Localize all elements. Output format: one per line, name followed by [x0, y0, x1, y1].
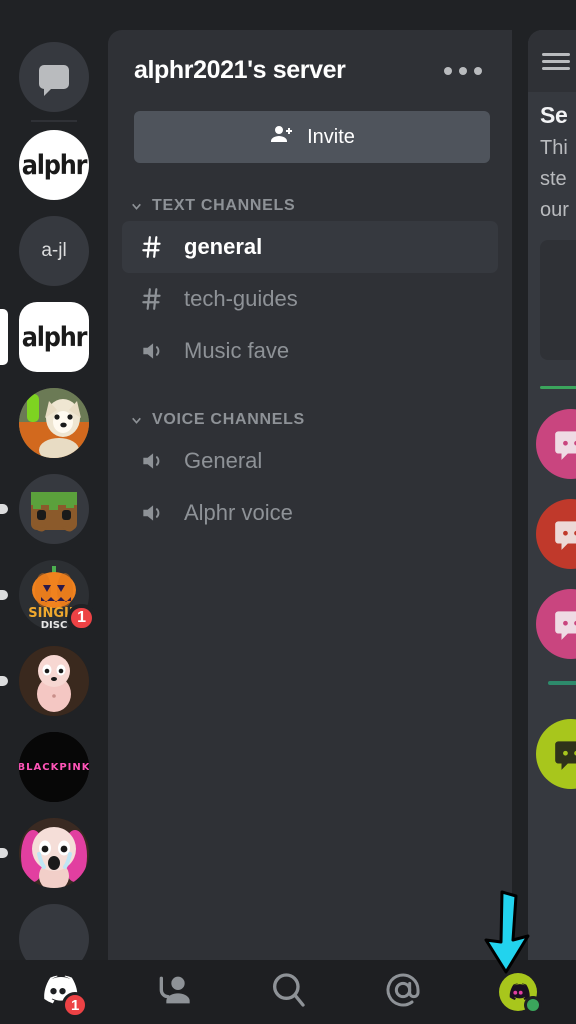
sidebar-item-server-alphr-circle[interactable]: alphr — [0, 122, 108, 208]
content-line-2: ste — [540, 168, 567, 190]
sidebar-item-server-isaac[interactable] — [0, 638, 108, 724]
channel-label: Alphr voice — [184, 500, 293, 525]
content-topbar — [528, 30, 576, 92]
server-wordmark: alphr — [21, 149, 88, 181]
chevron-down-icon — [132, 203, 141, 210]
nav-mentions[interactable] — [346, 960, 461, 1024]
content-line-1: Thi — [540, 137, 568, 159]
sidebar-item-music-fave[interactable]: Music fave — [122, 325, 498, 377]
content-line-3: our — [540, 199, 569, 221]
sidebar-item-server-dog[interactable] — [0, 380, 108, 466]
message-avatar — [536, 589, 576, 659]
sidebar-item-server-singin-disc[interactable]: SINGIN DISC 1 — [0, 552, 108, 638]
svg-text:DISC: DISC — [41, 620, 68, 630]
message-avatar — [536, 499, 576, 569]
channel-label: Music fave — [184, 338, 290, 363]
unread-indicator — [0, 848, 8, 858]
content-title: Se — [540, 102, 568, 128]
server-header: alphr2021's server — [108, 30, 512, 85]
person-add-icon — [269, 122, 293, 152]
server-wordmark: alphr — [21, 321, 88, 353]
sidebar-item-server-blackpink[interactable]: BLACKPINK — [0, 724, 108, 810]
search-icon — [268, 970, 308, 1015]
sidebar-item-direct-messages[interactable] — [0, 34, 108, 120]
server-name: alphr2021's server — [134, 56, 346, 84]
sidebar-item-server-minecraft[interactable] — [0, 466, 108, 552]
message-avatar — [536, 409, 576, 479]
server-icon — [19, 818, 89, 888]
content-divider-2 — [548, 681, 576, 685]
invite-button[interactable]: Invite — [134, 111, 490, 163]
speaker-icon — [138, 500, 166, 526]
content-panel-peek[interactable]: Se Thi ste our — [528, 30, 576, 960]
at-mention-icon — [383, 970, 423, 1015]
channel-label: general — [184, 234, 263, 259]
unread-indicator — [0, 676, 8, 686]
unread-indicator — [0, 590, 8, 600]
server-icon — [19, 474, 89, 544]
sidebar-item-alphr-voice[interactable]: Alphr voice — [122, 487, 498, 539]
server-icon: alphr — [19, 302, 89, 372]
sidebar-item-server-a-jl[interactable]: a-jl — [0, 208, 108, 294]
nav-friends[interactable] — [115, 960, 230, 1024]
sidebar-item-add-server[interactable] — [0, 896, 108, 960]
message-avatar — [536, 719, 576, 789]
unread-indicator — [0, 504, 8, 514]
server-rail[interactable]: alphr a-jl alphr SINGIN DISC 1 BLACKPINK — [0, 0, 108, 960]
sidebar-item-general[interactable]: general — [122, 221, 498, 273]
invite-button-label: Invite — [307, 125, 355, 148]
online-status-dot — [524, 996, 543, 1014]
server-icon — [19, 388, 89, 458]
server-icon: alphr — [19, 130, 89, 200]
overflow-menu-icon[interactable] — [438, 61, 488, 81]
sidebar-item-tech-guides[interactable]: tech-guides — [122, 273, 498, 325]
hash-icon — [138, 234, 166, 260]
category-voice-channels[interactable]: VOICE CHANNELS — [130, 411, 512, 429]
content-embed-card — [540, 240, 576, 360]
channel-sidebar: alphr2021's server Invite TEXT CHANNELS … — [108, 30, 512, 960]
chevron-down-icon — [132, 417, 141, 424]
nav-servers[interactable]: 1 — [0, 960, 115, 1024]
user-avatar-icon — [499, 973, 543, 1014]
active-server-indicator — [0, 309, 8, 365]
speaker-icon — [138, 338, 166, 364]
sidebar-item-voice-general[interactable]: General — [122, 435, 498, 487]
sidebar-item-server-alphr-active[interactable]: alphr — [0, 294, 108, 380]
server-icon: a-jl — [19, 216, 89, 286]
speaker-icon — [138, 448, 166, 474]
category-text-channels[interactable]: TEXT CHANNELS — [130, 197, 512, 215]
hamburger-menu-icon[interactable] — [542, 49, 570, 74]
content-divider — [540, 386, 576, 389]
category-label: VOICE CHANNELS — [152, 411, 305, 428]
bottom-navigation-bar: 1 — [0, 960, 576, 1024]
svg-text:BLACKPINK: BLACKPINK — [19, 762, 89, 773]
unread-badge: 1 — [67, 604, 96, 632]
direct-messages-icon — [19, 42, 89, 112]
nav-profile[interactable] — [461, 960, 576, 1024]
server-icon: BLACKPINK — [19, 732, 89, 802]
nav-servers-badge: 1 — [62, 992, 89, 1018]
hash-icon — [138, 286, 166, 312]
server-initials: a-jl — [41, 240, 67, 261]
channel-label: tech-guides — [184, 286, 298, 311]
discord-mobile-screen: Se Thi ste our alphr a-jl alphr SINGIN D… — [0, 0, 576, 1024]
nav-search[interactable] — [230, 960, 345, 1024]
sidebar-item-server-isaac-crying[interactable] — [0, 810, 108, 896]
channel-label: General — [184, 448, 263, 473]
category-label: TEXT CHANNELS — [152, 197, 296, 214]
server-icon — [19, 646, 89, 716]
add-server-icon — [19, 904, 89, 960]
friends-icon — [153, 970, 193, 1015]
